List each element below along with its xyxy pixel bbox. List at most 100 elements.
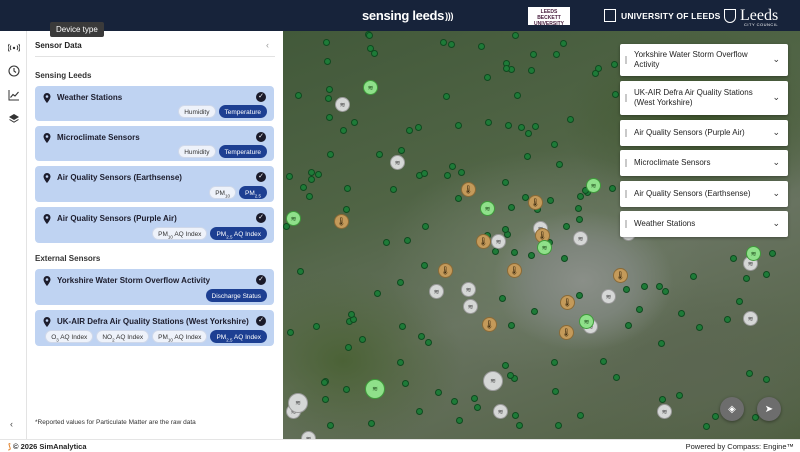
microclimate-sensor-marker[interactable] [531, 308, 538, 315]
checkmark-icon[interactable]: ✓ [256, 132, 266, 142]
microclimate-sensor-marker[interactable] [374, 290, 381, 297]
microclimate-sensor-marker[interactable] [492, 248, 499, 255]
microclimate-sensor-marker[interactable] [287, 329, 294, 336]
microclimate-sensor-marker[interactable] [306, 193, 313, 200]
microclimate-sensor-marker[interactable] [425, 339, 432, 346]
microclimate-sensor-marker[interactable] [313, 323, 320, 330]
storm-overflow-marker[interactable]: ≋ [335, 97, 350, 112]
storm-overflow-marker[interactable]: ≋ [657, 404, 672, 419]
rail-collapse-button[interactable]: ‹ [10, 419, 13, 429]
microclimate-sensor-marker[interactable] [609, 185, 616, 192]
chevron-down-icon[interactable]: ⌄ [772, 54, 780, 65]
microclimate-sensor-marker[interactable] [286, 173, 293, 180]
microclimate-sensor-marker[interactable] [613, 374, 620, 381]
microclimate-sensor-marker[interactable] [448, 41, 455, 48]
microclimate-sensor-marker[interactable] [455, 122, 462, 129]
microclimate-sensor-marker[interactable] [556, 161, 563, 168]
weather-station-marker[interactable]: 🌡 [560, 295, 575, 310]
microclimate-sensor-marker[interactable] [451, 398, 458, 405]
microclimate-sensor-marker[interactable] [366, 32, 373, 39]
storm-overflow-marker[interactable]: ≋ [483, 371, 503, 391]
purple-air-marker[interactable]: ≋ [579, 314, 594, 329]
microclimate-sensor-marker[interactable] [658, 340, 665, 347]
tag-humidity[interactable]: Humidity [178, 145, 216, 158]
storm-overflow-marker[interactable]: ≋ [463, 299, 478, 314]
microclimate-sensor-marker[interactable] [502, 362, 509, 369]
microclimate-sensor-marker[interactable] [505, 122, 512, 129]
microclimate-sensor-marker[interactable] [326, 86, 333, 93]
microclimate-sensor-marker[interactable] [746, 370, 753, 377]
microclimate-sensor-marker[interactable] [344, 185, 351, 192]
microclimate-sensor-marker[interactable] [416, 408, 423, 415]
microclimate-sensor-marker[interactable] [322, 396, 329, 403]
microclimate-sensor-marker[interactable] [348, 311, 355, 318]
microclimate-sensor-marker[interactable] [478, 43, 485, 50]
microclimate-sensor-marker[interactable] [359, 336, 366, 343]
microclimate-sensor-marker[interactable] [600, 358, 607, 365]
tag-pm25-aq-index[interactable]: PM2.5 AQ Index [210, 227, 267, 240]
tag-pm25[interactable]: PM2.5 [238, 186, 267, 199]
microclimate-sensor-marker[interactable] [323, 39, 330, 46]
microclimate-sensor-marker[interactable] [415, 124, 422, 131]
microclimate-sensor-marker[interactable] [502, 226, 509, 233]
tag-pm10-aq-index[interactable]: PM10 AQ Index [152, 227, 208, 240]
weather-station-marker[interactable]: 🌡 [438, 263, 453, 278]
microclimate-sensor-marker[interactable] [577, 412, 584, 419]
weather-station-marker[interactable]: 🌡 [482, 317, 497, 332]
microclimate-sensor-marker[interactable] [499, 295, 506, 302]
microclimate-sensor-marker[interactable] [397, 279, 404, 286]
microclimate-sensor-marker[interactable] [383, 239, 390, 246]
microclimate-sensor-marker[interactable] [592, 70, 599, 77]
microclimate-sensor-marker[interactable] [418, 333, 425, 340]
microclimate-sensor-marker[interactable] [367, 45, 374, 52]
microclimate-sensor-marker[interactable] [514, 92, 521, 99]
tag-humidity[interactable]: Humidity [178, 105, 216, 118]
purple-air-marker[interactable]: ≋ [286, 211, 301, 226]
microclimate-sensor-marker[interactable] [528, 252, 535, 259]
weather-station-marker[interactable]: 🌡 [476, 234, 491, 249]
microclimate-sensor-marker[interactable] [659, 396, 666, 403]
checkmark-icon[interactable]: ✓ [256, 316, 266, 326]
microclimate-sensor-marker[interactable] [641, 283, 648, 290]
purple-air-marker[interactable]: ≋ [365, 379, 385, 399]
microclimate-sensor-marker[interactable] [502, 179, 509, 186]
microclimate-sensor-marker[interactable] [343, 206, 350, 213]
chevron-down-icon[interactable]: ⌄ [772, 157, 780, 168]
microclimate-sensor-marker[interactable] [567, 116, 574, 123]
microclimate-sensor-marker[interactable] [552, 388, 559, 395]
microclimate-sensor-marker[interactable] [563, 223, 570, 230]
microclimate-sensor-marker[interactable] [458, 169, 465, 176]
microclimate-sensor-marker[interactable] [471, 395, 478, 402]
weather-station-marker[interactable]: 🌡 [507, 263, 522, 278]
purple-air-marker[interactable]: ≋ [537, 240, 552, 255]
microclimate-sensor-marker[interactable] [512, 32, 519, 39]
microclimate-sensor-marker[interactable] [516, 422, 523, 429]
tag-o3-aq-index[interactable]: O3 AQ Index [45, 330, 94, 343]
storm-overflow-marker[interactable]: ≋ [491, 234, 506, 249]
card-weather-stations[interactable]: Weather Stations ✓ Humidity Temperature [35, 86, 274, 121]
storm-overflow-marker[interactable]: ≋ [390, 155, 405, 170]
layer-purple-air[interactable]: Air Quality Sensors (Purple Air) ⌄ [620, 120, 788, 146]
card-yorkshire-water[interactable]: Yorkshire Water Storm Overflow Activity … [35, 269, 274, 305]
storm-overflow-marker[interactable]: ≋ [493, 404, 508, 419]
leeds-city-council-logo[interactable]: Leeds CITY COUNCIL [724, 0, 778, 31]
microclimate-sensor-marker[interactable] [553, 51, 560, 58]
clock-icon[interactable] [6, 63, 22, 79]
microclimate-sensor-marker[interactable] [315, 171, 322, 178]
microclimate-sensor-marker[interactable] [484, 74, 491, 81]
microclimate-sensor-marker[interactable] [676, 392, 683, 399]
microclimate-sensor-marker[interactable] [696, 324, 703, 331]
microclimate-sensor-marker[interactable] [551, 359, 558, 366]
microclimate-sensor-marker[interactable] [575, 205, 582, 212]
microclimate-sensor-marker[interactable] [406, 127, 413, 134]
microclimate-sensor-marker[interactable] [551, 141, 558, 148]
storm-overflow-marker[interactable]: ≋ [429, 284, 444, 299]
microclimate-sensor-marker[interactable] [507, 372, 514, 379]
storm-overflow-marker[interactable]: ≋ [461, 282, 476, 297]
microclimate-sensor-marker[interactable] [300, 184, 307, 191]
microclimate-sensor-marker[interactable] [662, 288, 669, 295]
microclimate-sensor-marker[interactable] [560, 40, 567, 47]
card-uk-air-defra[interactable]: UK-AIR Defra Air Quality Stations (West … [35, 310, 274, 346]
layer-yorkshire-water[interactable]: Yorkshire Water Storm Overflow Activity … [620, 44, 788, 76]
storm-overflow-marker[interactable]: ≋ [301, 431, 316, 439]
